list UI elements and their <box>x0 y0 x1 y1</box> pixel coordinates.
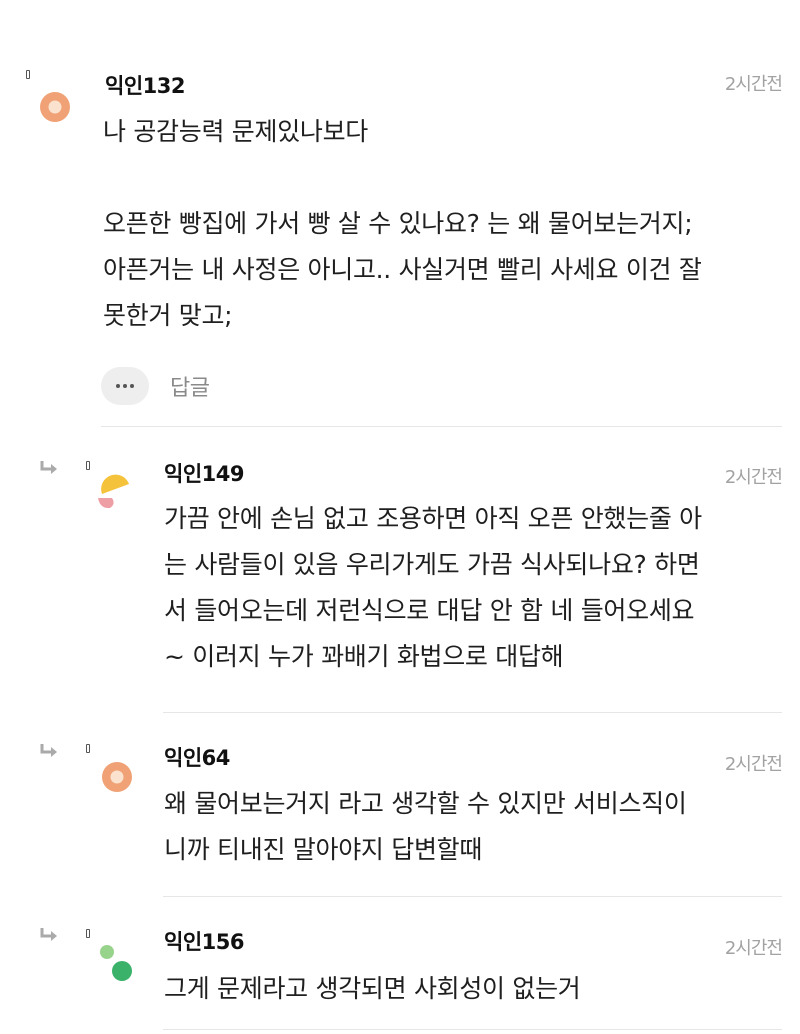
more-dot-icon <box>123 384 127 388</box>
comment-line: 는 사람들이 있음 우리가게도 가끔 식사되나요? 하면 <box>164 550 700 579</box>
comment-marker-icon <box>86 461 90 470</box>
comment-divider <box>163 712 782 713</box>
comment-body: 왜 물어보는거지 라고 생각할 수 있지만 서비스직이 니까 티내진 말아야지 … <box>164 781 687 873</box>
comment-line: 왜 물어보는거지 라고 생각할 수 있지만 서비스직이 <box>164 789 687 818</box>
comment-body: 나 공감능력 문제있나보다 오픈한 빵집에 가서 빵 살 수 있나요? 는 왜 … <box>103 109 702 339</box>
comment-divider <box>163 896 782 897</box>
comment-divider <box>101 426 782 427</box>
comment-author[interactable]: 익인156 <box>164 926 244 956</box>
more-options-button[interactable] <box>101 367 149 405</box>
comment-author[interactable]: 익인64 <box>164 742 230 772</box>
comment-line: 그게 문제라고 생각되면 사회성이 없는거 <box>164 974 581 1003</box>
yellow-pink-avatar-icon[interactable] <box>96 474 136 514</box>
comment-line: 아픈거는 내 사정은 아니고.. 사실거면 빨리 사세요 이건 잘 <box>103 255 702 284</box>
green-dots-avatar-icon[interactable] <box>96 940 136 984</box>
orange-circle-avatar-icon[interactable] <box>39 91 71 123</box>
comment-body: 그게 문제라고 생각되면 사회성이 없는거 <box>164 966 581 1012</box>
reply-arrow-icon <box>40 461 57 474</box>
comment-time: 2시간전 <box>724 74 783 95</box>
more-dot-icon <box>130 384 134 388</box>
comment-time: 2시간전 <box>724 754 783 775</box>
comment-line: 오픈한 빵집에 가서 빵 살 수 있나요? 는 왜 물어보는거지; <box>103 209 693 238</box>
comment-body: 가끔 안에 손님 없고 조용하면 아직 오픈 안했는줄 아 는 사람들이 있음 … <box>164 496 702 680</box>
comment-divider <box>163 1029 782 1030</box>
comment-time: 2시간전 <box>724 467 783 488</box>
comment-line: ~ 이러지 누가 꽈배기 화법으로 대답해 <box>164 642 564 671</box>
comment-line: 나 공감능력 문제있나보다 <box>103 117 368 146</box>
comment-author[interactable]: 익인149 <box>164 458 244 488</box>
comment-author[interactable]: 익인132 <box>105 70 185 100</box>
reply-button[interactable]: 답글 <box>170 370 210 402</box>
reply-arrow-icon <box>40 928 57 941</box>
comment-marker-icon <box>26 70 30 79</box>
comment-line: 못한거 맞고; <box>103 301 233 330</box>
comment-line: 가끔 안에 손님 없고 조용하면 아직 오픈 안했는줄 아 <box>164 504 702 533</box>
comment-time: 2시간전 <box>724 938 783 959</box>
reply-arrow-icon <box>40 744 57 757</box>
orange-circle-avatar-icon[interactable] <box>101 761 133 793</box>
more-dot-icon <box>116 384 120 388</box>
comment-line: 니까 티내진 말아야지 답변할때 <box>164 835 483 864</box>
comment-line: 서 들어오는데 저런식으로 대답 안 함 네 들어오세요 <box>164 596 695 625</box>
comment-marker-icon <box>86 744 90 753</box>
comment-line <box>103 155 702 201</box>
comment-marker-icon <box>86 929 90 938</box>
